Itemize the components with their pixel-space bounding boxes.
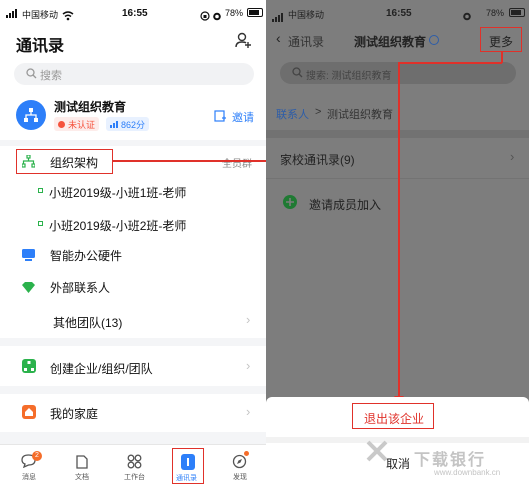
org-detail-screen: 中国移动 16:55 78% ‹ 通讯录 测试组织教育 更多 搜索: 测试组织教… — [266, 0, 529, 489]
signal-icon — [6, 9, 20, 20]
sheet-divider — [266, 437, 529, 443]
create-org-icon — [22, 359, 36, 373]
chevron-right-icon: › — [246, 312, 251, 327]
contacts-screen: 中国移动 16:55 78% 通讯录 搜索 测试组织教育 未认证 862分 邀请 — [0, 0, 266, 489]
tab-contacts-label: 通讯录 — [176, 475, 197, 482]
discover-dot — [244, 451, 249, 456]
search-icon — [292, 67, 303, 78]
home-icon — [22, 405, 36, 419]
watermark-logo — [366, 440, 388, 462]
back-chevron-icon[interactable]: ‹ — [276, 30, 281, 46]
chevron-right-icon: › — [510, 149, 515, 164]
org-structure-icon — [21, 154, 36, 173]
add-contact-icon[interactable] — [234, 31, 252, 54]
invite-icon[interactable] — [214, 109, 226, 127]
class-item-2[interactable]: 小班2019级-小班2班-老师 — [49, 217, 186, 234]
more-button[interactable]: 更多 — [480, 27, 522, 52]
breadcrumb-root[interactable]: 联系人 — [276, 106, 309, 122]
warning-icon — [58, 120, 65, 128]
hardware-icon — [22, 248, 35, 266]
org-tree-icon — [24, 108, 38, 122]
org-avatar[interactable] — [16, 100, 46, 130]
battery-icon — [509, 8, 525, 17]
back-button[interactable]: 通讯录 — [288, 33, 324, 50]
battery-icon — [247, 8, 263, 17]
tab-workbench[interactable]: 工作台 — [124, 472, 145, 482]
page-title: 通讯录 — [16, 38, 65, 55]
tab-bar: 2 消息 文档 工作台 通讯录 发现 — [0, 444, 266, 489]
contacts-icon — [181, 454, 195, 470]
group-contacts-item[interactable]: 家校通讯录(9) — [280, 151, 355, 168]
tab-discover[interactable]: 发现 — [233, 472, 247, 482]
wifi-icon — [62, 8, 74, 26]
nav-title: 测试组织教育 — [354, 35, 427, 49]
class-item-1[interactable]: 小班2019级-小班1班-老师 — [49, 184, 186, 201]
carrier-label: 中国移动 — [22, 10, 59, 20]
search-icon — [26, 68, 37, 79]
alarm-icon — [212, 8, 222, 26]
breadcrumb-current: 测试组织教育 — [327, 109, 393, 121]
section-divider — [0, 386, 266, 394]
score-label: 862分 — [121, 119, 146, 130]
tab-contacts[interactable]: 通讯录 — [172, 448, 204, 484]
carrier-label: 中国移动 — [288, 10, 325, 20]
watermark-url: www.downbank.cn — [434, 468, 501, 477]
tab-messages[interactable]: 消息 — [22, 472, 36, 482]
external-contacts-item[interactable]: 外部联系人 — [50, 279, 110, 296]
all-staff-group-link[interactable]: 全员群 — [222, 155, 252, 170]
add-member-icon — [283, 195, 297, 209]
status-time: 16:55 — [386, 8, 412, 19]
lock-rotation-icon — [200, 8, 210, 26]
score-badge[interactable]: 862分 — [106, 117, 150, 131]
battery-percent: 78% — [225, 8, 244, 18]
class-bullet-icon — [38, 221, 43, 226]
chevron-right-icon: › — [246, 404, 251, 419]
search-input[interactable]: 搜索 — [14, 63, 254, 85]
signal-icon — [272, 9, 286, 27]
create-org-item[interactable]: 创建企业/组织/团队 — [50, 360, 153, 377]
search-placeholder: 搜索: 测试组织教育 — [306, 71, 392, 82]
org-name[interactable]: 测试组织教育 — [54, 98, 126, 115]
alarm-icon — [462, 8, 472, 26]
more-label: 更多 — [489, 35, 514, 49]
bar-chart-icon — [110, 120, 118, 128]
section-divider — [0, 432, 266, 444]
org-structure-label: 组织架构 — [50, 156, 99, 170]
annotation-line — [501, 52, 503, 63]
my-family-item[interactable]: 我的家庭 — [50, 405, 98, 422]
watermark-brand: 下载银行 — [414, 452, 487, 469]
cancel-button[interactable]: 取消 — [386, 455, 410, 472]
battery-percent: 78% — [486, 8, 505, 18]
discover-icon — [232, 454, 247, 474]
exit-org-label: 退出该企业 — [364, 412, 425, 426]
unverified-label: 未认证 — [68, 119, 96, 130]
info-icon[interactable] — [429, 35, 439, 45]
status-time: 16:55 — [122, 8, 148, 19]
section-divider — [0, 140, 266, 146]
annotation-line — [398, 62, 400, 402]
invite-button[interactable]: 邀请 — [232, 109, 254, 125]
external-contacts-icon — [22, 280, 35, 298]
other-teams-item[interactable]: 其他团队(13) — [53, 314, 122, 331]
unread-badge: 2 — [32, 451, 42, 461]
chevron-right-icon: › — [246, 358, 251, 373]
invite-members-item[interactable]: 邀请成员加入 — [309, 196, 381, 213]
class-bullet-icon — [38, 188, 43, 193]
exit-org-button[interactable]: 退出该企业 — [352, 403, 434, 429]
annotation-line — [398, 62, 502, 64]
tab-docs[interactable]: 文档 — [75, 472, 89, 482]
unverified-badge[interactable]: 未认证 — [54, 117, 100, 131]
search-placeholder: 搜索 — [40, 70, 62, 82]
workbench-icon — [127, 454, 142, 474]
smart-hardware-item[interactable]: 智能办公硬件 — [50, 247, 122, 264]
breadcrumb-separator: > — [315, 106, 322, 118]
annotation-line — [113, 160, 273, 162]
section-divider — [0, 338, 266, 346]
